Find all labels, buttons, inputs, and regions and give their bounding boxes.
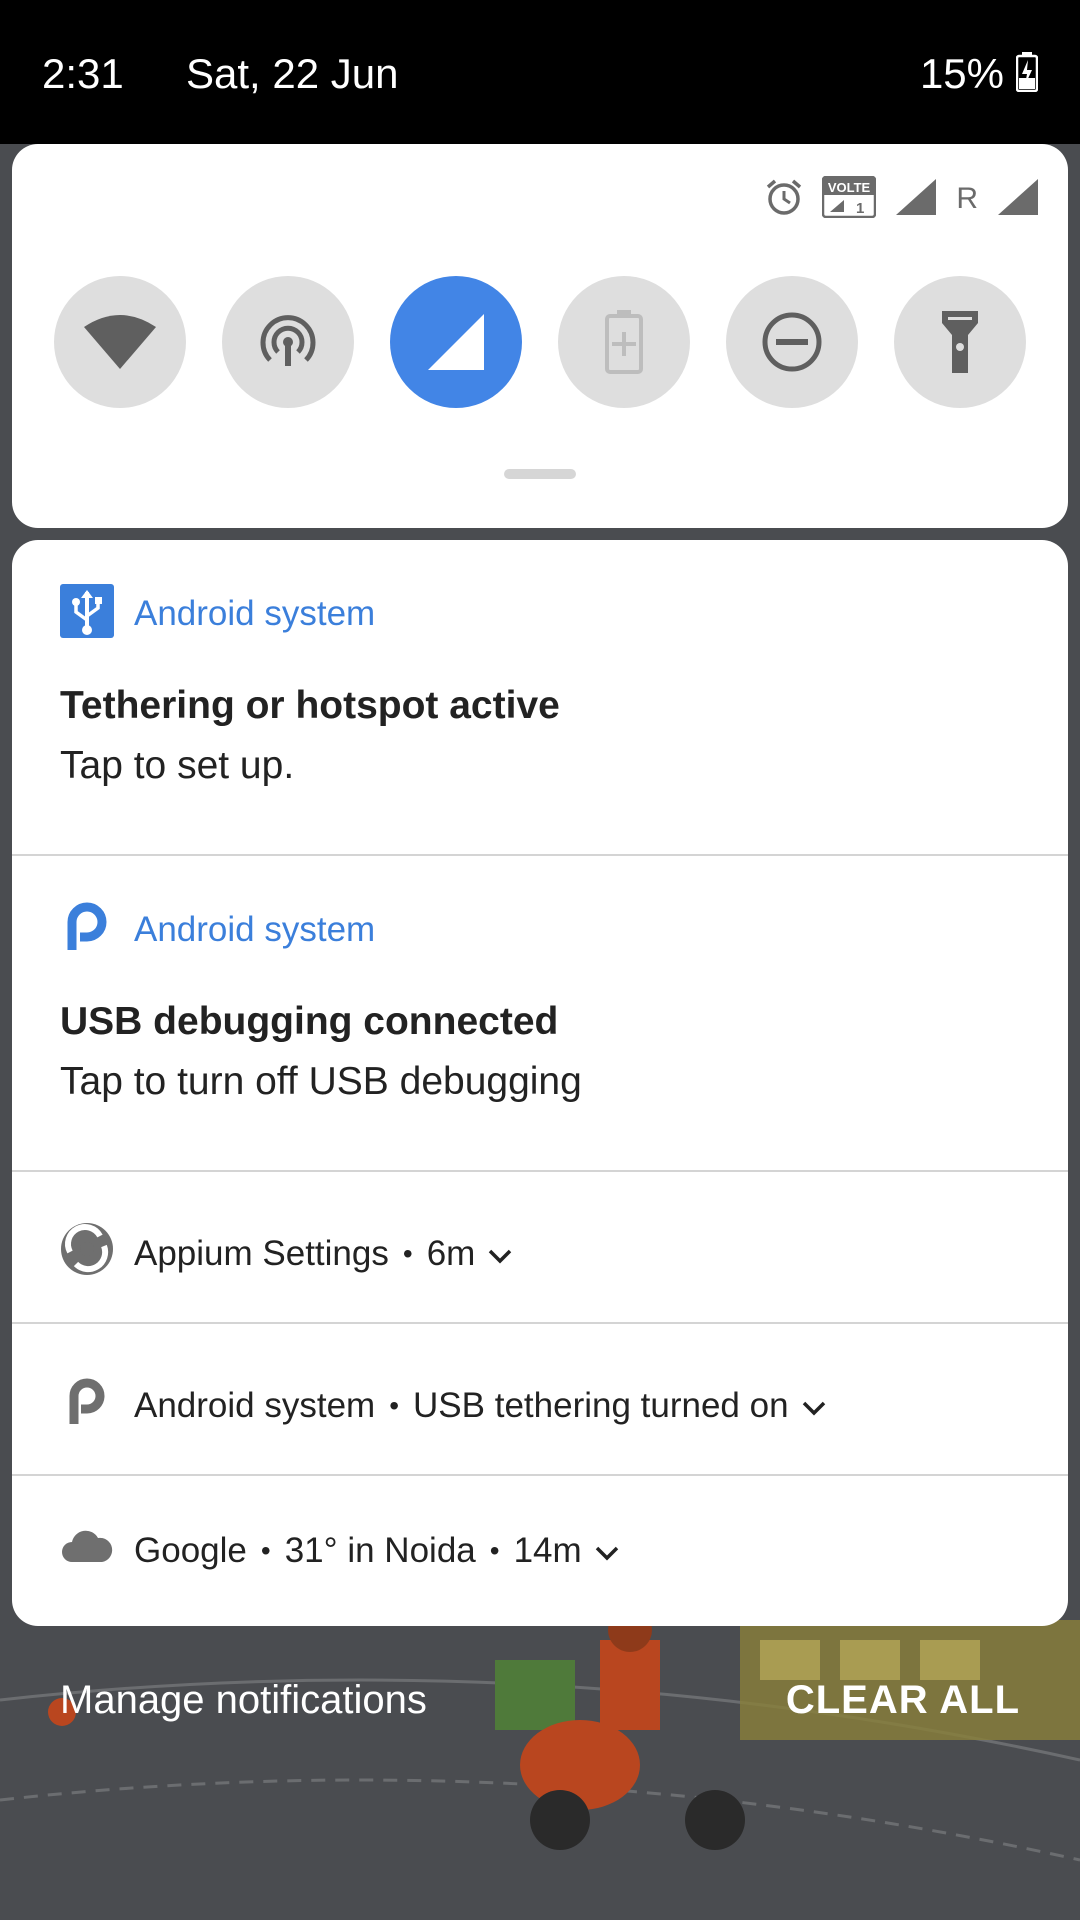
status-time: 2:31 [42,50,124,97]
notification-title: USB debugging connected [60,1000,559,1043]
separator-dot: • [389,1389,400,1421]
flashlight-icon [942,311,978,373]
notification-appium[interactable]: Appium Settings • 6m [12,1172,1068,1324]
hotspot-icon [260,315,316,366]
app-name: Android system [134,593,376,633]
status-bar: 2:31 Sat, 22 Jun 15% [0,0,1080,144]
notification-header: Android system [60,584,375,643]
appium-icon [60,1222,114,1285]
hotspot-tile[interactable] [222,276,354,408]
notification-text: 31° in Noida [284,1530,476,1570]
notification-header: Android system [60,900,375,959]
clear-all-button[interactable]: CLEAR ALL [786,1678,1020,1723]
notification-text: Tap to turn off USB debugging [60,1060,582,1103]
volte-label: VOLTE [828,180,871,195]
notification-panel: Android system Tethering or hotspot acti… [12,540,1068,1626]
cloud-icon [60,1526,114,1575]
signal-icon [894,177,938,222]
notification-title: Tethering or hotspot active [60,684,560,727]
notification-tethering[interactable]: Android system Tethering or hotspot acti… [12,540,1068,856]
app-name: Google [134,1530,247,1570]
do-not-disturb-icon [762,312,822,372]
notification-header: Android system • USB tethering turned on [60,1374,827,1437]
android-p-icon [60,1374,114,1437]
mobile-data-icon [428,314,484,370]
signal-icon [996,177,1040,222]
alarm-icon [764,177,804,222]
notification-header: Google • 31° in Noida • 14m [60,1526,620,1575]
qs-drag-handle[interactable] [504,469,576,479]
battery-percentage: 15% [919,50,1004,97]
wifi-tile[interactable] [54,276,186,408]
do-not-disturb-tile[interactable] [726,276,858,408]
chevron-down-icon[interactable] [487,1234,513,1274]
notification-text: Tap to set up. [60,744,295,787]
roaming-icon: R [956,182,978,215]
separator-dot: • [402,1237,413,1269]
status-date: Sat, 22 Jun [186,50,399,97]
notification-footer: Manage notifications CLEAR ALL [0,1660,1080,1740]
battery-saver-icon [605,310,643,374]
mobile-data-tile[interactable] [390,276,522,408]
notification-header: Appium Settings • 6m [60,1222,513,1285]
chevron-down-icon[interactable] [594,1531,620,1571]
volte-sim-number: 1 [856,200,864,217]
volte-icon: VOLTE 1 [822,175,877,223]
separator-dot: • [260,1534,271,1566]
app-name: Android system [134,909,376,949]
notification-usb-debugging[interactable]: Android system USB debugging connected T… [12,856,1068,1172]
battery-charging-icon [1015,52,1039,102]
usb-icon [60,584,114,643]
flashlight-tile[interactable] [894,276,1026,408]
quick-settings-panel: VOLTE 1 R [12,144,1068,528]
separator-dot: • [489,1534,500,1566]
chevron-down-icon[interactable] [801,1386,827,1426]
notification-time: 14m [513,1530,582,1570]
battery-saver-tile[interactable] [558,276,690,408]
qs-status-icons: VOLTE 1 R [764,174,1040,224]
app-name: Android system [134,1385,376,1425]
notification-usb-tethering[interactable]: Android system • USB tethering turned on [12,1324,1068,1476]
notification-time: 6m [426,1233,476,1273]
app-name: Appium Settings [134,1233,389,1273]
notification-text: USB tethering turned on [413,1385,789,1425]
manage-notifications-button[interactable]: Manage notifications [60,1678,427,1723]
wifi-icon [84,315,156,369]
android-p-icon [60,900,114,959]
notification-google-weather[interactable]: Google • 31° in Noida • 14m [12,1476,1068,1626]
